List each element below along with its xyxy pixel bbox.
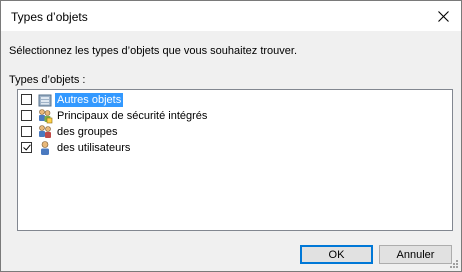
checkbox-users[interactable]	[21, 142, 32, 153]
object-types-dialog: Types d’objets Sélectionnez les types d’…	[0, 0, 462, 272]
object-types-label: Types d’objets :	[9, 74, 86, 86]
checkbox-groups[interactable]	[21, 126, 32, 137]
list-item-label: des utilisateurs	[57, 142, 131, 154]
title-bar: Types d’objets	[1, 1, 461, 31]
user-icon	[41, 141, 49, 155]
close-icon	[437, 10, 449, 22]
instruction-text: Sélectionnez les types d’objets que vous…	[9, 45, 298, 57]
list-item-label: Principaux de sécurité intégrés	[57, 110, 208, 122]
object-types-list[interactable]: Autres objets Principaux de sécurité int…	[17, 89, 453, 231]
window-title: Types d’objets	[11, 10, 88, 24]
list-item-label: des groupes	[57, 126, 118, 138]
groups-icon	[39, 125, 51, 138]
ok-button[interactable]: OK	[300, 245, 373, 264]
security-principals-icon	[39, 109, 53, 124]
cancel-button[interactable]: Annuler	[379, 245, 452, 264]
checkbox-security-principals[interactable]	[21, 110, 32, 121]
close-button[interactable]	[425, 1, 461, 31]
folder-objects-icon	[38, 94, 52, 107]
dialog-content: Sélectionnez les types d’objets que vous…	[1, 31, 461, 271]
resize-grip-icon[interactable]	[449, 259, 459, 269]
list-item-label: Autres objets	[55, 93, 124, 107]
checkbox-other-objects[interactable]	[21, 94, 32, 105]
